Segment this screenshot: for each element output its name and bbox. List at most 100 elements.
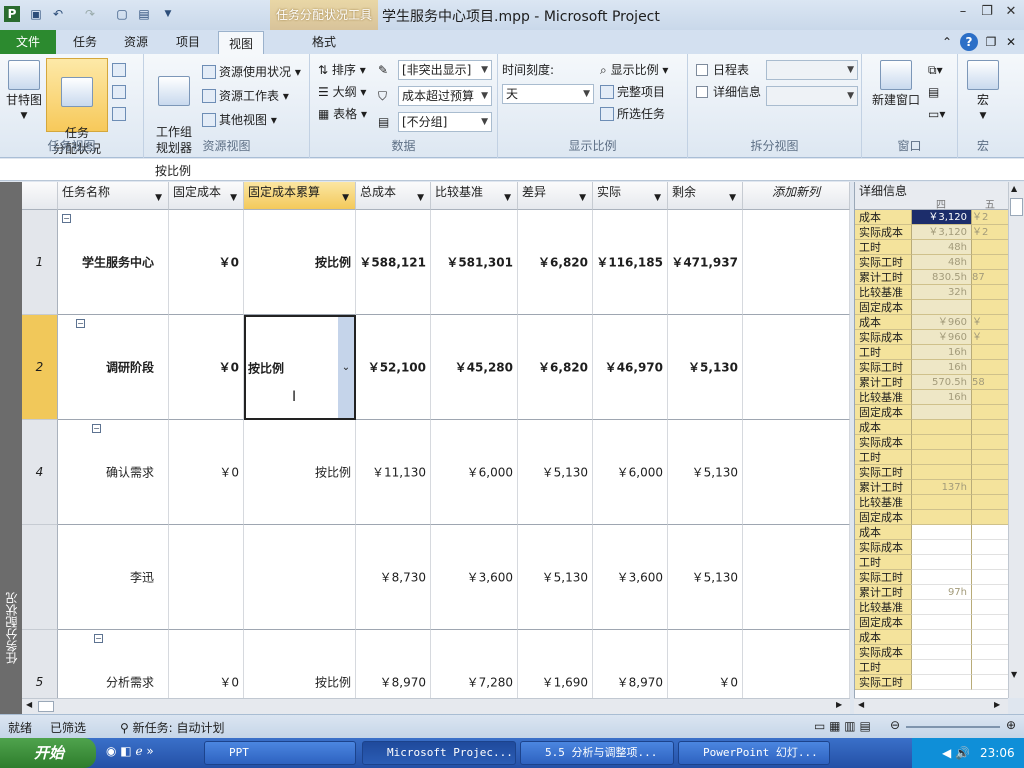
macros-button[interactable]: 宏 ▼ — [964, 60, 1002, 124]
detail-value[interactable]: 32h — [911, 285, 971, 300]
details-horizontal-scrollbar[interactable]: ◀ ▶ — [854, 698, 1008, 714]
detail-value[interactable] — [911, 630, 971, 645]
cell-remaining[interactable]: ￥5,130 — [668, 525, 743, 630]
arrange-icon[interactable]: ⧉▾ — [928, 60, 943, 80]
detail-value[interactable] — [971, 570, 1008, 585]
cell-name[interactable]: 李迅 — [58, 525, 169, 630]
other-task-views-button[interactable] — [112, 104, 129, 124]
header-variance[interactable]: 差异 ▼ — [518, 182, 593, 210]
other-views-button[interactable]: 其他视图 ▾ — [202, 110, 277, 130]
tab-file[interactable]: 文件 — [0, 30, 56, 54]
collapse-icon[interactable]: − — [62, 214, 71, 223]
details-checkbox[interactable]: 详细信息 — [696, 82, 761, 102]
detail-value[interactable] — [911, 660, 971, 675]
detail-value[interactable] — [911, 450, 971, 465]
cell-add[interactable] — [743, 525, 850, 630]
filter-select[interactable]: 成本超过预算 ▼ — [398, 86, 492, 106]
cell-remaining[interactable]: ￥5,130 — [668, 315, 743, 420]
header-actual[interactable]: 实际 ▼ — [593, 182, 668, 210]
taskbar-item-slideshow[interactable]: PowerPoint 幻灯... — [678, 741, 830, 765]
detail-value[interactable] — [911, 615, 971, 630]
detail-value[interactable] — [971, 285, 1008, 300]
detail-value[interactable] — [911, 435, 971, 450]
hide-icon[interactable]: ▤ — [928, 82, 939, 102]
cell-variance[interactable]: ￥1,690 — [518, 630, 593, 698]
cell-baseline[interactable]: ￥45,280 — [431, 315, 518, 420]
cell-fixed[interactable]: ￥0 — [169, 630, 244, 698]
cell-variance[interactable]: ￥6,820 — [518, 210, 593, 315]
detail-value[interactable] — [971, 495, 1008, 510]
cell-total[interactable]: ￥11,130 — [356, 420, 431, 525]
detail-value[interactable] — [971, 555, 1008, 570]
detail-value[interactable] — [971, 540, 1008, 555]
detail-value[interactable] — [971, 600, 1008, 615]
restore-button[interactable]: ❐ — [976, 4, 998, 24]
cell-actual[interactable]: ￥8,970 — [593, 630, 668, 698]
tab-view[interactable]: 视图 — [218, 31, 264, 55]
detail-value[interactable]: 48h — [911, 240, 971, 255]
detail-value[interactable]: 570.5h — [911, 375, 971, 390]
cell-total[interactable]: ￥588,121 — [356, 210, 431, 315]
sort-button[interactable]: ⇅ 排序 ▾ — [318, 60, 366, 80]
cell-accrue[interactable]: 按比例 — [244, 420, 356, 525]
detail-value[interactable]: 16h — [911, 390, 971, 405]
detail-value[interactable] — [971, 240, 1008, 255]
cell-total[interactable]: ￥52,100 — [356, 315, 431, 420]
header-fixed-cost-accrual[interactable]: 固定成本累算 ▼ — [244, 182, 356, 210]
customize-qat-icon[interactable]: ▼ — [160, 6, 176, 22]
tray-icons[interactable]: ◀ 🔊 — [942, 738, 970, 768]
cell-variance[interactable]: ￥5,130 — [518, 420, 593, 525]
detail-value[interactable]: 87 — [971, 270, 1008, 285]
header-remaining[interactable]: 剩余 ▼ — [668, 182, 743, 210]
detail-value[interactable] — [911, 420, 971, 435]
header-add-new-column[interactable]: 添加新列 — [743, 182, 850, 210]
header-fixed-cost[interactable]: 固定成本 ▼ — [169, 182, 244, 210]
cell-fixed[interactable]: ￥0 — [169, 420, 244, 525]
group-select[interactable]: [不分组] ▼ — [398, 112, 492, 132]
cell-remaining[interactable]: ￥5,130 — [668, 420, 743, 525]
tab-task[interactable]: 任务 — [66, 30, 104, 54]
cell-accrue[interactable]: 按比例 ⌄ I — [244, 315, 356, 420]
quicklaunch-icons[interactable]: ◉ ◧ ℯ » — [106, 744, 154, 758]
detail-value[interactable] — [971, 660, 1008, 675]
scroll-up-icon[interactable]: ▲ — [1011, 184, 1017, 193]
outline-button[interactable]: ☰ 大纲 ▾ — [318, 82, 366, 102]
horizontal-scrollbar[interactable]: ◀ ▶ — [22, 698, 850, 714]
detail-value[interactable] — [911, 675, 971, 690]
detail-value[interactable] — [971, 450, 1008, 465]
minimize-button[interactable]: – — [952, 4, 974, 24]
scroll-right-icon[interactable]: ▶ — [836, 700, 842, 709]
new-window-button[interactable]: 新建窗口 — [866, 60, 926, 108]
undo-icon[interactable]: ↶ — [50, 6, 66, 22]
scroll-left-icon[interactable]: ◀ — [26, 700, 32, 709]
cell-actual[interactable]: ￥46,970 — [593, 315, 668, 420]
cell-actual[interactable]: ￥6,000 — [593, 420, 668, 525]
detail-value[interactable] — [971, 675, 1008, 690]
gantt-chart-button[interactable]: 甘特图 ▼ — [4, 60, 44, 124]
cell-baseline[interactable]: ￥581,301 — [431, 210, 518, 315]
row-header[interactable]: 1 — [22, 210, 58, 315]
row-header[interactable]: 5 — [22, 630, 58, 698]
detail-value[interactable]: ￥ — [971, 315, 1008, 330]
highlight-select[interactable]: [非突出显示] ▼ — [398, 60, 492, 80]
detail-value[interactable] — [971, 360, 1008, 375]
detail-value[interactable]: ￥960 — [911, 315, 971, 330]
row-header[interactable]: 2 — [22, 315, 58, 420]
view-shortcut-icons[interactable]: ▭ ▦ ▥ ▤ — [814, 719, 871, 733]
cell-fixed[interactable]: ￥0 — [169, 315, 244, 420]
cell-baseline[interactable]: ￥6,000 — [431, 420, 518, 525]
resource-usage-button[interactable]: 资源使用状况 ▾ — [202, 62, 301, 82]
taskbar-item-ppt-doc[interactable]: 5.5 分析与调整项... — [520, 741, 674, 765]
cell-fixed[interactable]: ￥0 — [169, 210, 244, 315]
details-pane[interactable]: 详细信息 四 五 成本 ￥3,120 ￥2 实际成本 ￥3,120 ￥2 工时 48h 实际工时… — [854, 182, 1008, 698]
details-scroll-left-icon[interactable]: ◀ — [858, 700, 864, 709]
timeline-select[interactable]: ▼ — [766, 60, 858, 80]
tab-resource[interactable]: 资源 — [116, 30, 156, 54]
detail-value[interactable]: 58 — [971, 375, 1008, 390]
team-planner-button[interactable]: 工作组 规划器 — [148, 60, 200, 172]
detail-value[interactable]: 830.5h — [911, 270, 971, 285]
detail-value[interactable]: 16h — [911, 345, 971, 360]
cell-fixed[interactable] — [169, 525, 244, 630]
collapse-icon[interactable]: − — [92, 424, 101, 433]
view-bar[interactable]: 任务分配状况 — [0, 182, 22, 714]
